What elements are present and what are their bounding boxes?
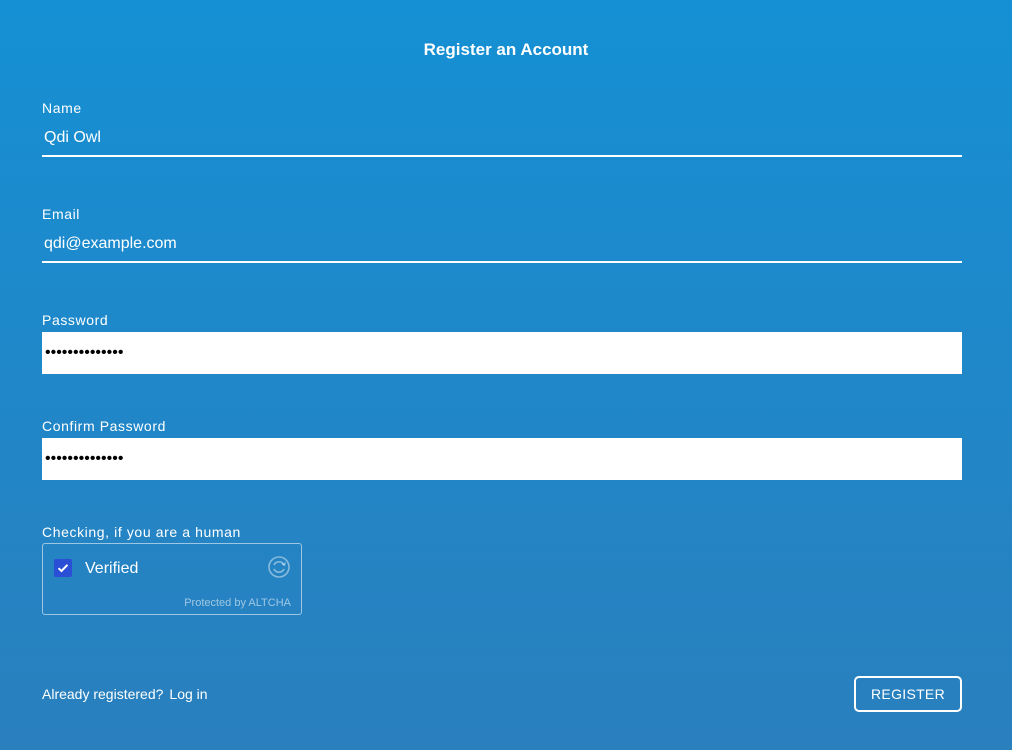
- captcha-status: Verified: [85, 560, 139, 577]
- name-label: Name: [42, 100, 82, 116]
- captcha-widget: Verified Protected by ALTCHA: [42, 543, 302, 615]
- confirm-password-input[interactable]: [42, 438, 962, 480]
- confirm-password-field: Confirm Password: [42, 417, 962, 480]
- captcha-provider: Protected by ALTCHA: [184, 597, 291, 609]
- confirm-password-label: Confirm Password: [42, 418, 166, 434]
- checkmark-icon: [57, 564, 69, 573]
- name-input[interactable]: [42, 121, 962, 157]
- name-field: Name: [42, 99, 962, 157]
- captcha-label: Checking, if you are a human: [42, 524, 241, 540]
- login-prompt-text: Already registered?: [42, 686, 164, 702]
- login-link[interactable]: Log in: [169, 686, 207, 702]
- email-field: Email: [42, 205, 962, 263]
- page-title: Register an Account: [423, 40, 589, 59]
- login-prompt: Already registered? Log in: [42, 686, 208, 702]
- password-label: Password: [42, 312, 109, 328]
- register-button[interactable]: REGISTER: [854, 676, 962, 712]
- password-input[interactable]: [42, 332, 962, 374]
- refresh-icon: [268, 556, 290, 578]
- captcha-checkbox[interactable]: [54, 559, 72, 577]
- email-input[interactable]: [42, 227, 962, 263]
- email-label: Email: [42, 206, 81, 222]
- password-field: Password: [42, 311, 962, 374]
